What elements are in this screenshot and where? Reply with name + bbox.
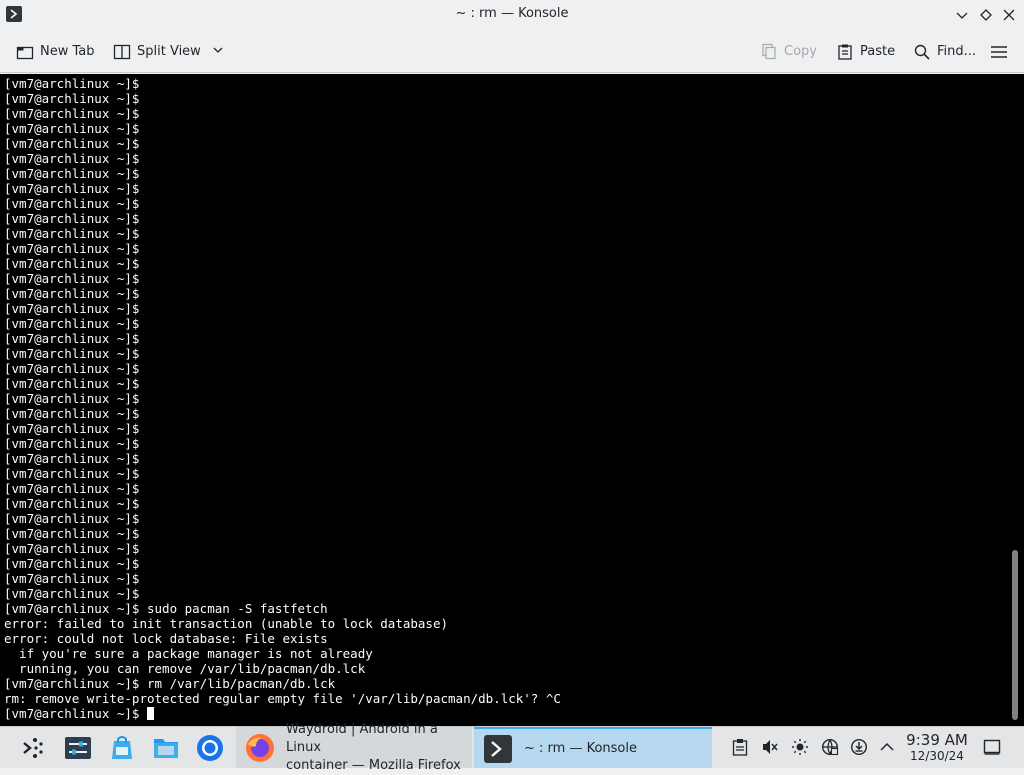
terminal-line: [vm7@archlinux ~]$ bbox=[4, 511, 140, 526]
terminal-line: [vm7@archlinux ~]$ bbox=[4, 421, 140, 436]
terminal-line: [vm7@archlinux ~]$ bbox=[4, 571, 140, 586]
split-view-button[interactable]: Split View bbox=[113, 38, 223, 65]
terminal-line: [vm7@archlinux ~]$ bbox=[4, 256, 140, 271]
terminal-line: [vm7@archlinux ~]$ bbox=[4, 541, 140, 556]
volume-muted-icon[interactable] bbox=[760, 737, 780, 757]
find-button[interactable]: Find... bbox=[913, 38, 976, 65]
taskbar: Waydroid | Android in a Linux container … bbox=[0, 722, 1024, 773]
hamburger-menu-button[interactable] bbox=[990, 38, 1014, 65]
terminal-line: [vm7@archlinux ~]$ bbox=[4, 91, 140, 106]
terminal-line: running, you can remove /var/lib/pacman/… bbox=[4, 661, 366, 676]
new-tab-icon bbox=[16, 43, 34, 61]
firefox-icon bbox=[244, 732, 276, 764]
terminal-line: [vm7@archlinux ~]$ bbox=[4, 301, 140, 316]
terminal-line: [vm7@archlinux ~]$ bbox=[4, 151, 140, 166]
terminal-line: [vm7@archlinux ~]$ bbox=[4, 196, 140, 211]
terminal-view[interactable]: [vm7@archlinux ~]$ [vm7@archlinux ~]$ [vm7… bbox=[0, 74, 1024, 726]
terminal-line: [vm7@archlinux ~]$ bbox=[4, 451, 140, 466]
digital-clock[interactable]: 9:39 AM 12/30/24 bbox=[902, 731, 972, 763]
new-tab-label: New Tab bbox=[40, 44, 95, 59]
title-bar[interactable]: ~ : rm — Konsole bbox=[0, 0, 1024, 30]
terminal-line: [vm7@archlinux ~]$ bbox=[4, 76, 140, 91]
discover-store-icon[interactable] bbox=[105, 731, 139, 765]
task-firefox-window[interactable]: Waydroid | Android in a Linux container … bbox=[236, 722, 472, 773]
terminal-line: rm: remove write-protected regular empty… bbox=[4, 691, 561, 706]
terminal-line: error: could not lock database: File exi… bbox=[4, 631, 328, 646]
file-manager-icon[interactable] bbox=[149, 731, 183, 765]
terminal-line: [vm7@archlinux ~]$ bbox=[4, 556, 140, 571]
terminal-line: [vm7@archlinux ~]$ bbox=[4, 331, 140, 346]
terminal-line: [vm7@archlinux ~]$ bbox=[4, 181, 140, 196]
terminal-line: [vm7@archlinux ~]$ bbox=[4, 406, 140, 421]
copy-label: Copy bbox=[784, 44, 817, 59]
terminal-line: [vm7@archlinux ~]$ bbox=[4, 316, 140, 331]
terminal-line: [vm7@archlinux ~]$ bbox=[4, 586, 140, 601]
terminal-line: [vm7@archlinux ~]$ bbox=[4, 526, 140, 541]
application-launcher-icon[interactable] bbox=[16, 731, 50, 765]
split-view-label: Split View bbox=[137, 44, 201, 59]
terminal-line: [vm7@archlinux ~]$ bbox=[4, 166, 140, 181]
terminal-line: if you're sure a package manager is not … bbox=[4, 646, 373, 661]
chromium-browser-icon[interactable] bbox=[193, 731, 227, 765]
terminal-line: [vm7@archlinux ~]$ bbox=[4, 241, 140, 256]
paste-label: Paste bbox=[860, 44, 896, 59]
task-firefox-label-line2: container — Mozilla Firefox bbox=[286, 757, 461, 773]
split-view-icon bbox=[113, 43, 131, 61]
new-tab-button[interactable]: New Tab bbox=[16, 38, 95, 65]
terminal-line: [vm7@archlinux ~]$ bbox=[4, 226, 140, 241]
terminal-line: [vm7@archlinux ~]$ bbox=[4, 106, 140, 121]
terminal-cursor bbox=[147, 707, 154, 720]
terminal-scrollbar[interactable] bbox=[1012, 550, 1018, 720]
copy-button[interactable]: Copy bbox=[760, 38, 817, 65]
terminal-line: [vm7@archlinux ~]$ bbox=[4, 346, 140, 361]
search-icon bbox=[913, 43, 931, 61]
clipboard-icon[interactable] bbox=[730, 737, 750, 757]
chevron-down-icon[interactable] bbox=[213, 44, 223, 59]
konsole-window: ~ : rm — Konsole New Tab Split View Copy… bbox=[0, 0, 1024, 726]
clock-date: 12/30/24 bbox=[910, 749, 964, 763]
terminal-line: [vm7@archlinux ~]$ bbox=[4, 136, 140, 151]
network-icon[interactable] bbox=[820, 737, 840, 757]
system-settings-icon[interactable] bbox=[61, 731, 95, 765]
terminal-line: [vm7@archlinux ~]$ sudo pacman -S fastfe… bbox=[4, 601, 328, 616]
task-konsole-window[interactable]: ~ : rm — Konsole bbox=[474, 727, 712, 768]
terminal-line: [vm7@archlinux ~]$ bbox=[4, 496, 140, 511]
terminal-line: [vm7@archlinux ~]$ bbox=[4, 436, 140, 451]
paste-button[interactable]: Paste bbox=[836, 38, 895, 65]
terminal-line: [vm7@archlinux ~]$ bbox=[4, 211, 140, 226]
terminal-line: [vm7@archlinux ~]$ bbox=[4, 121, 140, 136]
terminal-line: [vm7@archlinux ~]$ bbox=[4, 391, 140, 406]
close-button[interactable] bbox=[999, 5, 1019, 25]
konsole-icon bbox=[482, 733, 514, 765]
terminal-line: [vm7@archlinux ~]$ bbox=[4, 271, 140, 286]
window-title: ~ : rm — Konsole bbox=[455, 6, 569, 21]
maximize-button[interactable] bbox=[976, 5, 996, 25]
task-firefox-label-line1: Waydroid | Android in a Linux bbox=[286, 721, 438, 755]
toolbar: New Tab Split View Copy Paste Find... bbox=[0, 30, 1024, 73]
terminal-line: [vm7@archlinux ~]$ bbox=[4, 466, 140, 481]
hamburger-menu-icon bbox=[990, 43, 1008, 61]
clock-time: 9:39 AM bbox=[906, 731, 968, 749]
terminal-line: [vm7@archlinux ~]$ bbox=[4, 286, 140, 301]
show-desktop-icon[interactable] bbox=[982, 737, 1002, 757]
updates-icon[interactable] bbox=[849, 737, 869, 757]
minimize-button[interactable] bbox=[952, 5, 972, 25]
terminal-line: [vm7@archlinux ~]$ bbox=[4, 481, 140, 496]
terminal-line: error: failed to init transaction (unabl… bbox=[4, 616, 449, 631]
chevron-up-icon[interactable] bbox=[877, 737, 897, 757]
paste-icon bbox=[836, 43, 854, 61]
terminal-line: [vm7@archlinux ~]$ bbox=[4, 361, 140, 376]
brightness-icon[interactable] bbox=[790, 737, 810, 757]
copy-icon bbox=[760, 43, 778, 61]
find-label: Find... bbox=[937, 44, 977, 59]
terminal-output: [vm7@archlinux ~]$ [vm7@archlinux ~]$ [vm7… bbox=[4, 76, 561, 721]
terminal-line: [vm7@archlinux ~]$ rm /var/lib/pacman/db… bbox=[4, 676, 336, 691]
task-firefox-label: Waydroid | Android in a Linux container … bbox=[286, 721, 472, 775]
terminal-line: [vm7@archlinux ~]$ bbox=[4, 376, 140, 391]
task-konsole-label: ~ : rm — Konsole bbox=[524, 741, 637, 756]
terminal-prompt-line[interactable]: [vm7@archlinux ~]$ bbox=[4, 706, 561, 721]
terminal-prompt: [vm7@archlinux ~]$ bbox=[4, 706, 147, 721]
